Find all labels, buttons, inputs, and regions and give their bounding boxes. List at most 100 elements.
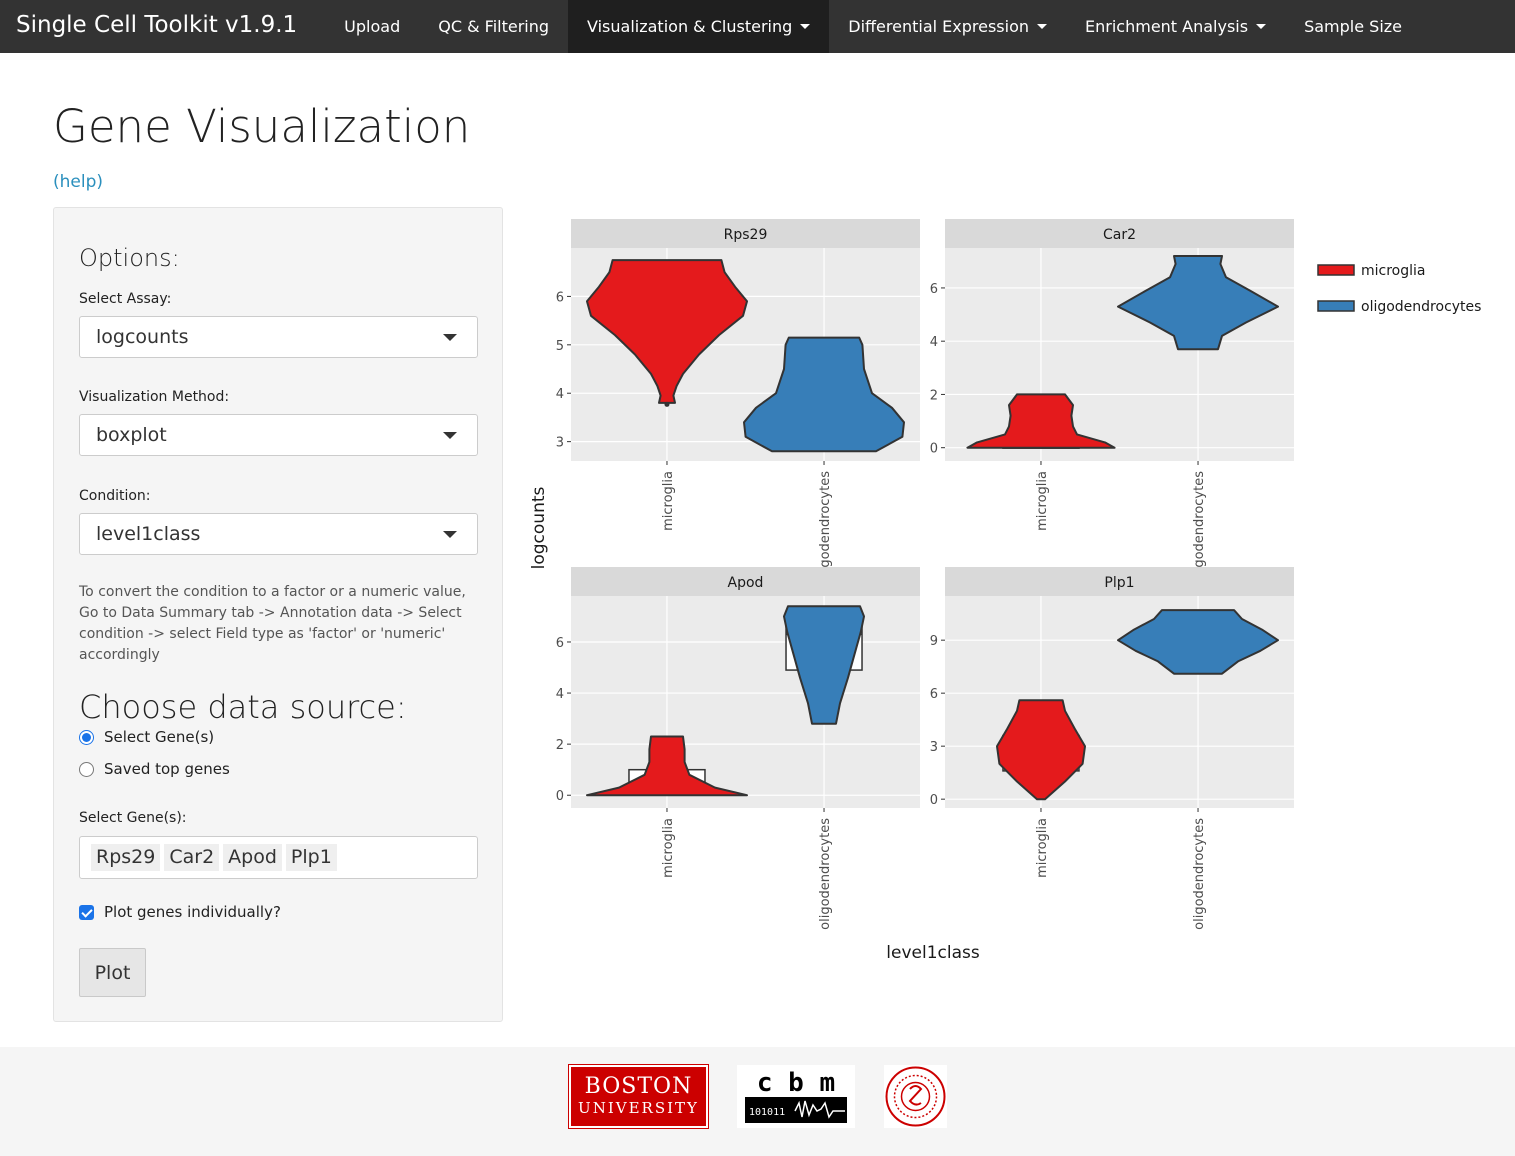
genes-label: Select Gene(s): [79,810,187,826]
options-panel: Options: Select Assay: logcounts Visuali… [53,207,503,1022]
y-tick-label: 6 [556,636,564,651]
method-label: Visualization Method: [79,389,230,405]
nav-item-label: Sample Size [1304,17,1402,36]
bu-logo-line1: BOSTON [584,1074,693,1099]
radio-saved-top-genes[interactable]: Saved top genes [79,760,230,778]
x-tick-label: oligodendrocytes [818,471,833,583]
caret-down-icon [800,24,811,29]
radio-button-selected[interactable] [79,729,94,745]
condition-select-value: level1class [96,523,201,545]
x-tick-label: microglia [661,818,676,878]
x-tick-label: microglia [1035,818,1050,878]
checkbox-checked[interactable] [79,904,94,920]
facet-title: Rps29 [724,227,768,243]
facet-panel-car2: Car2 0 2 4 6 microglia oligodendrocytes [930,219,1294,583]
facet-panel-rps29: Rps29 3 4 5 6 microglia oligodendrocytes [556,219,920,583]
y-tick-label: 3 [930,740,938,755]
y-tick-label: 0 [930,793,938,808]
nav-item-label: Enrichment Analysis [1085,17,1249,36]
gene-tag[interactable]: Rps29 [91,844,161,871]
nav-item-label: QC & Filtering [438,17,550,36]
options-heading: Options: [79,244,180,272]
data-source-heading: Choose data source: [79,688,407,726]
assay-select[interactable]: logcounts [79,316,478,358]
facet-title: Apod [728,575,764,591]
checkbox-label: Plot genes individually? [104,903,281,921]
caret-down-icon [1256,24,1267,29]
outlier-point [664,401,670,407]
nav-item-differential-expression[interactable]: Differential Expression [829,0,1066,53]
dropdown-arrow-icon [443,432,457,439]
gene-tag[interactable]: Apod [223,844,282,871]
y-tick-label: 0 [556,789,564,804]
gene-tag[interactable]: Plp1 [285,844,337,871]
cbm-logo[interactable]: c b m 101011 [737,1065,855,1128]
dropdown-arrow-icon [443,334,457,341]
x-tick-label: microglia [661,471,676,531]
condition-select[interactable]: level1class [79,513,478,555]
page-title: Gene Visualization [53,100,471,153]
dropdown-arrow-icon [443,531,457,538]
gene-tag[interactable]: Car2 [164,844,220,871]
radio-select-genes[interactable]: Select Gene(s) [79,728,214,746]
nav-item-visualization-clustering[interactable]: Visualization & Clustering [568,0,830,53]
assay-label: Select Assay: [79,291,172,307]
boston-university-logo[interactable]: BOSTON UNIVERSITY [568,1064,709,1129]
y-tick-label: 9 [930,634,938,649]
x-tick-label: oligodendrocytes [1192,471,1207,583]
app-brand[interactable]: Single Cell Toolkit v1.9.1 [0,0,313,53]
x-tick-label: microglia [1035,471,1050,531]
y-tick-label: 4 [930,335,938,350]
footer: BOSTON UNIVERSITY c b m 101011 [0,1047,1515,1156]
nav-item-enrichment-analysis[interactable]: Enrichment Analysis [1066,0,1285,53]
panel-background [945,248,1294,461]
y-axis-title: logcounts [529,486,549,569]
panel-background [571,596,920,808]
plot-individually-checkbox-row[interactable]: Plot genes individually? [79,903,281,921]
y-tick-label: 2 [930,388,938,403]
y-tick-label: 0 [930,442,938,457]
facet-title: Car2 [1103,227,1136,243]
y-tick-label: 3 [556,436,564,451]
legend-label: oligodendrocytes [1361,299,1481,315]
y-tick-label: 4 [556,687,564,702]
gene-select-input[interactable]: Rps29 Car2 Apod Plp1 [79,836,478,879]
y-tick-label: 6 [930,282,938,297]
radio-button[interactable] [79,761,94,777]
nav-menu: Upload QC & Filtering Visualization & Clus… [325,0,1421,53]
bu-seal-logo[interactable] [884,1065,947,1128]
y-tick-label: 4 [556,387,564,402]
nav-item-sample-size[interactable]: Sample Size [1285,0,1421,53]
radio-label: Saved top genes [104,760,230,778]
facet-panel-plp1: Plp1 0 3 6 9 microglia oligodendrocytes [930,567,1294,930]
condition-help-text: To convert the condition to a factor or … [79,584,466,663]
cbm-logo-text: c b m [757,1068,835,1098]
y-tick-label: 6 [930,687,938,702]
nav-item-qc-filtering[interactable]: QC & Filtering [419,0,568,53]
x-tick-label: oligodendrocytes [1192,818,1207,930]
method-select[interactable]: boxplot [79,414,478,456]
radio-label: Select Gene(s) [104,728,215,746]
x-tick-label: oligodendrocytes [818,818,833,930]
legend-label: microglia [1361,263,1425,279]
assay-select-value: logcounts [96,326,189,348]
help-link[interactable]: (help) [53,172,103,192]
cbm-binary-text: 101011 [749,1107,785,1118]
plot-svg: Rps29 3 4 5 6 microglia oligodendrocytes Car2 0 2… [529,219,1481,963]
nav-item-label: Differential Expression [848,17,1030,36]
top-navbar: Single Cell Toolkit v1.9.1 Upload QC & Fi… [0,0,1515,53]
condition-label: Condition: [79,488,151,504]
y-tick-label: 6 [556,290,564,305]
nav-item-upload[interactable]: Upload [325,0,419,53]
caret-down-icon [1037,24,1048,29]
y-tick-label: 2 [556,738,564,753]
bu-logo-line2: UNIVERSITY [578,1099,699,1117]
method-select-value: boxplot [96,424,167,446]
facet-panel-apod: Apod 0 2 4 6 microglia oligodendrocytes [556,567,920,930]
nav-item-label: Upload [344,17,401,36]
nav-item-label: Visualization & Clustering [587,17,793,36]
y-tick-label: 5 [556,339,564,354]
plot-button[interactable]: Plot [79,948,146,997]
legend-key-oligodendrocytes [1317,300,1355,312]
gene-violin-plot: Rps29 3 4 5 6 microglia oligodendrocytes Car2 0 2… [525,210,1515,963]
